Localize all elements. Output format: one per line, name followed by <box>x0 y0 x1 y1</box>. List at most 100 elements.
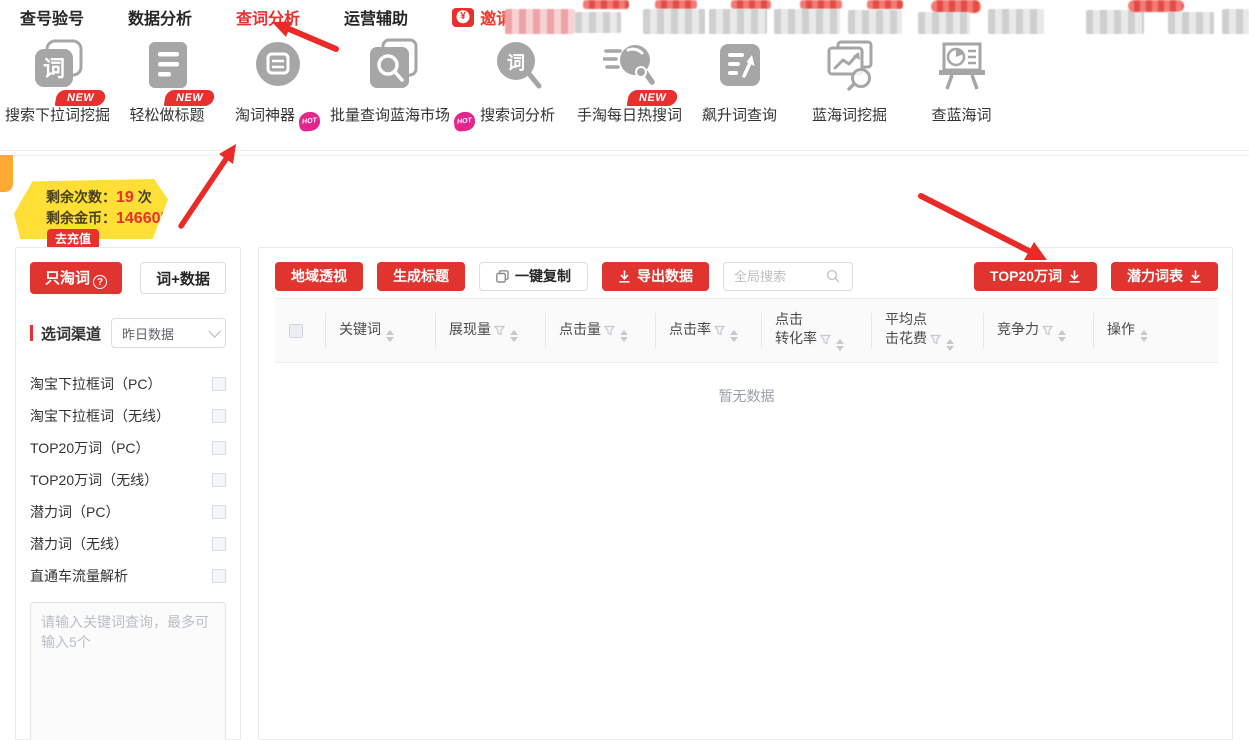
tool-label: 手淘每日热搜词 <box>572 104 687 125</box>
page: 查号验号 数据分析 查词分析 运营辅助 邀请有礼 <box>0 0 1249 740</box>
sort-icon[interactable] <box>1058 330 1066 342</box>
nav-item-account-check[interactable]: 查号验号 <box>20 5 84 29</box>
checkbox[interactable] <box>212 537 226 551</box>
select-all-checkbox[interactable] <box>289 324 303 338</box>
option-taobao-dropdown-wireless[interactable]: 淘宝下拉框词（无线） <box>30 400 226 432</box>
header-clicks[interactable]: 点击量 <box>545 299 655 362</box>
channel-label: 选词渠道 <box>41 323 101 344</box>
option-zhitongche-traffic[interactable]: 直通车流量解析 <box>30 560 226 592</box>
help-icon[interactable]: ? <box>93 275 107 289</box>
filter-icon[interactable] <box>820 334 831 345</box>
tool-search-dropdown-mining[interactable]: 词 NEW 搜索下拉词挖掘 <box>5 38 110 125</box>
header-keyword[interactable]: 关键词 <box>325 299 435 362</box>
filter-icon[interactable] <box>930 334 941 345</box>
chart-magnifier-icon <box>823 38 877 92</box>
option-top20-pc[interactable]: TOP20万词（PC） <box>30 432 226 464</box>
header-avg-click-cost[interactable]: 平均点 击花费 <box>871 299 983 362</box>
header-ctr[interactable]: 点击率 <box>655 299 761 362</box>
tool-check-blue-ocean[interactable]: 查蓝海词 <box>909 38 1014 125</box>
checkbox[interactable] <box>212 409 226 423</box>
checkbox[interactable] <box>212 569 226 583</box>
new-badge: NEW <box>626 90 678 106</box>
generate-title-button[interactable]: 生成标题 <box>377 262 465 291</box>
side-edge-tab[interactable] <box>0 155 13 192</box>
word-data-button[interactable]: 词+数据 <box>140 262 226 294</box>
option-label: TOP20万词（PC） <box>30 438 150 458</box>
search-icon <box>826 269 840 283</box>
remaining-times-value: 19 <box>116 189 134 206</box>
option-label: 淘宝下拉框词（PC） <box>30 374 161 394</box>
checkbox[interactable] <box>212 505 226 519</box>
potential-list-download-button[interactable]: 潜力词表 <box>1111 262 1218 291</box>
filter-icon[interactable] <box>604 325 615 336</box>
new-badge: NEW <box>164 90 216 106</box>
header-impressions[interactable]: 展现量 <box>435 299 545 362</box>
tool-batch-blue-ocean[interactable]: 批量查询蓝海市场HOT <box>330 38 455 131</box>
tool-rising-word-query[interactable]: 飙升词查询 <box>687 38 792 125</box>
column-label-line1: 点击 <box>775 310 844 329</box>
option-top20-wireless[interactable]: TOP20万词（无线） <box>30 464 226 496</box>
global-search-input[interactable] <box>734 269 826 284</box>
tool-label-text: 淘词神器 <box>235 107 295 124</box>
sort-icon[interactable] <box>836 339 844 351</box>
sort-icon[interactable] <box>620 330 628 342</box>
title-book-icon <box>140 38 194 92</box>
only-taoci-label: 只淘词 <box>45 270 90 287</box>
tool-label-text: 批量查询蓝海市场 <box>330 107 450 124</box>
copy-all-button[interactable]: 一键复制 <box>479 262 588 291</box>
filter-icon[interactable] <box>1042 325 1053 336</box>
remaining-coins-value: 146605 <box>116 210 169 227</box>
filter-icon[interactable] <box>494 325 505 336</box>
sort-icon[interactable] <box>510 330 518 342</box>
option-label: TOP20万词（无线） <box>30 470 158 490</box>
global-search-box[interactable] <box>723 262 853 291</box>
result-panel: 地域透视 生成标题 一键复制 导出数据 TOP20万词 潜力词表 <box>258 247 1233 740</box>
remaining-coins-label: 剩余金币： <box>46 210 116 226</box>
pie-board-icon <box>935 38 989 92</box>
tool-label: 批量查询蓝海市场HOT <box>330 104 455 131</box>
word-square-icon: 词 <box>31 38 85 92</box>
export-data-label: 导出数据 <box>637 266 693 286</box>
checkbox[interactable] <box>212 377 226 391</box>
option-potential-wireless[interactable]: 潜力词（无线） <box>30 528 226 560</box>
table-toolbar: 地域透视 生成标题 一键复制 导出数据 TOP20万词 潜力词表 <box>275 261 1218 291</box>
export-data-button[interactable]: 导出数据 <box>602 262 709 291</box>
top20-download-button[interactable]: TOP20万词 <box>974 262 1097 291</box>
option-taobao-dropdown-pc[interactable]: 淘宝下拉框词（PC） <box>30 368 226 400</box>
sort-icon[interactable] <box>1140 330 1148 342</box>
nav-item-operation-aid[interactable]: 运营辅助 <box>344 5 408 29</box>
tool-daily-hot-search[interactable]: NEW 手淘每日热搜词 <box>572 38 687 125</box>
top20-label: TOP20万词 <box>990 266 1062 286</box>
download-icon <box>618 270 631 283</box>
sort-icon[interactable] <box>946 339 954 351</box>
tool-taoci-magic[interactable]: 淘词神器HOT <box>225 38 330 131</box>
keyword-input[interactable] <box>30 602 226 740</box>
tool-blue-ocean-mining[interactable]: 蓝海词挖掘 <box>797 38 902 125</box>
sort-icon[interactable] <box>386 330 394 342</box>
header-actions[interactable]: 操作 <box>1093 299 1218 362</box>
sort-icon[interactable] <box>730 330 738 342</box>
channel-select[interactable]: 昨日数据 <box>111 318 226 348</box>
tool-label: 搜索下拉词挖掘 <box>5 104 110 125</box>
tool-easy-title[interactable]: NEW 轻松做标题 <box>117 38 217 125</box>
checkbox[interactable] <box>212 441 226 455</box>
new-badge: NEW <box>54 90 106 106</box>
region-insight-button[interactable]: 地域透视 <box>275 262 363 291</box>
only-taoci-button[interactable]: 只淘词? <box>30 262 122 294</box>
tool-search-word-analysis[interactable]: 词 搜索词分析 <box>465 38 570 125</box>
option-potential-pc[interactable]: 潜力词（PC） <box>30 496 226 528</box>
option-label: 直通车流量解析 <box>30 566 128 586</box>
checkbox[interactable] <box>212 473 226 487</box>
channel-row: 选词渠道 昨日数据 <box>30 318 226 348</box>
red-envelope-icon <box>452 8 474 27</box>
nav-item-data-analysis[interactable]: 数据分析 <box>128 5 192 29</box>
header-competitiveness[interactable]: 竞争力 <box>983 299 1093 362</box>
table-header: 关键词 展现量 点击量 点击率 点击 转化率 平均点 击花费 <box>275 298 1218 363</box>
tool-label: 蓝海词挖掘 <box>797 104 902 125</box>
column-label: 竞争力 <box>997 321 1039 337</box>
filter-sidebar: 只淘词? 词+数据 选词渠道 昨日数据 淘宝下拉框词（PC） 淘宝下拉框词（无线… <box>15 247 241 740</box>
remaining-times-unit: 次 <box>138 189 152 205</box>
filter-icon[interactable] <box>714 325 725 336</box>
nav-item-word-analysis[interactable]: 查词分析 <box>236 5 300 29</box>
header-conversion-rate[interactable]: 点击 转化率 <box>761 299 871 362</box>
